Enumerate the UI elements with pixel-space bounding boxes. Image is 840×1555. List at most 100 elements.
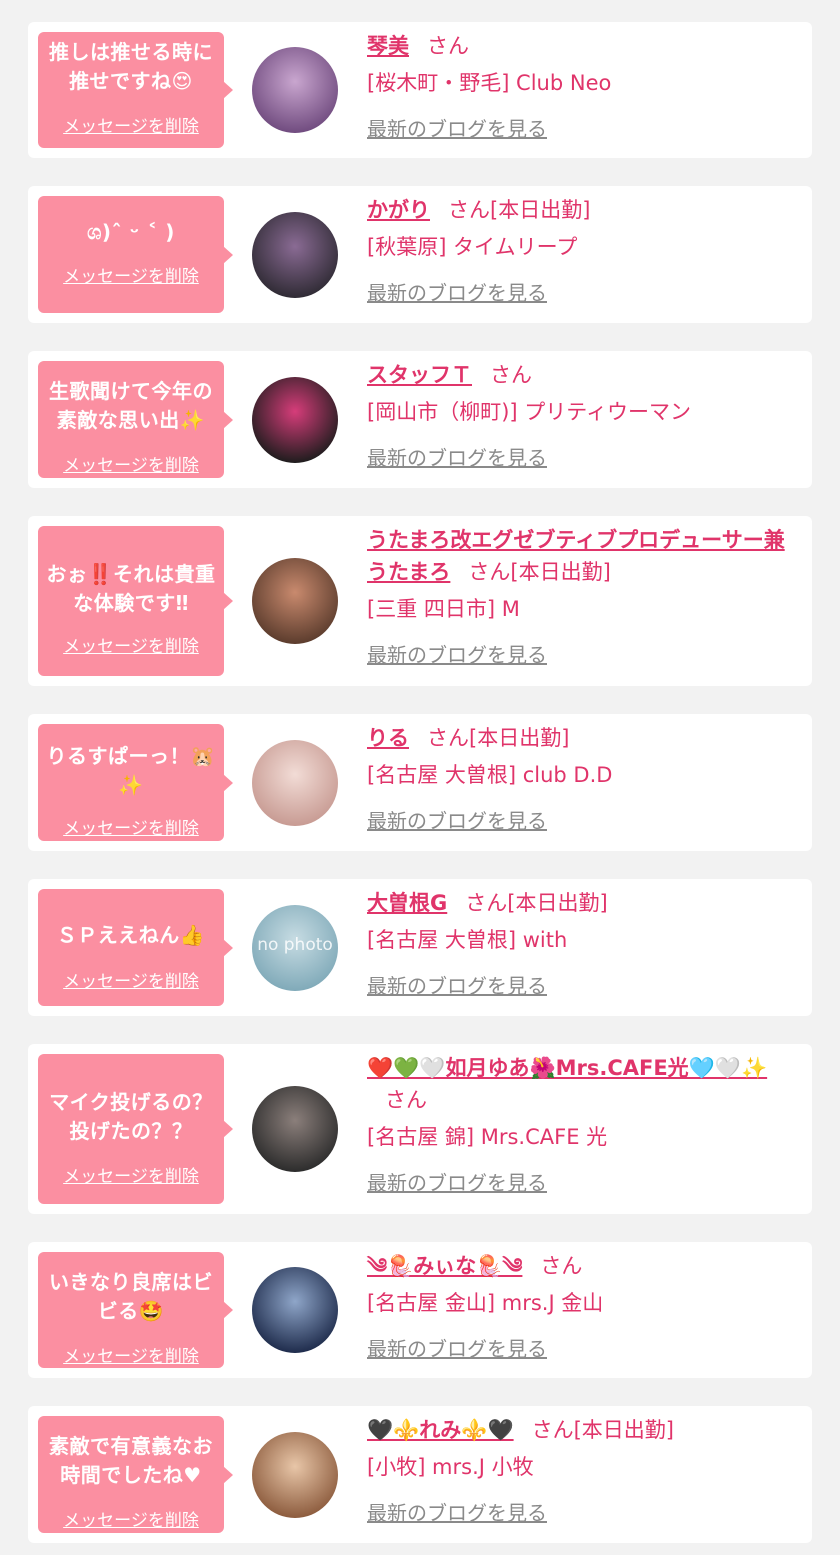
cast-name-link[interactable]: りる [367,726,409,750]
delete-message-link[interactable]: メッセージを削除 [38,814,224,839]
shop-location: [秋葉原] タイムリープ [367,235,578,259]
message-text: ＳＰええねん👍 [56,923,206,947]
message-text: りるすぱーっ！🐹 ✨ [46,744,216,797]
latest-blog-link[interactable]: 最新のブログを見る [367,1167,547,1196]
honorific-status: さん[本日出勤] [465,891,608,915]
shop-location: [桜木町・野毛] Club Neo [367,71,612,95]
cast-info: かがり さん[本日出勤] [秋葉原] タイムリープ最新のブログを見る [367,194,796,306]
avatar[interactable]: no photo [252,905,338,991]
message-card: おぉ‼️それは貴重 な体験です‼ メッセージを削除 うたまろ改エグゼブティブプロデュ… [28,516,812,686]
cast-name-line: 琴美 さん [367,30,796,62]
cast-name-line: ༄🪼みぃな🪼༄ さん [367,1250,796,1282]
delete-message-link[interactable]: メッセージを削除 [38,1342,224,1367]
cast-name-link[interactable]: かがり [367,198,430,222]
latest-blog-link[interactable]: 最新のブログを見る [367,442,547,471]
delete-message-link[interactable]: メッセージを削除 [38,112,224,137]
latest-blog-link[interactable]: 最新のブログを見る [367,1497,547,1526]
message-text: いきなり良席はビ ビる🤩 [49,1270,213,1323]
message-card: 推しは推せる時に 推せですね😍 メッセージを削除 琴美 さん [桜木町・野毛] Club… [28,22,812,158]
cast-name-line: 大曽根G さん[本日出勤] [367,887,796,919]
honorific-status: さん [385,1088,427,1112]
avatar[interactable] [252,740,338,826]
message-bubble: いきなり良席はビ ビる🤩 メッセージを削除 [38,1252,233,1368]
cast-info: 大曽根G さん[本日出勤] [名古屋 大曽根] with 最新のブログを見る [367,887,796,999]
cast-name-line: りる さん[本日出勤] [367,722,796,754]
message-card: ශ)ˆ ᵕ ˂ ) メッセージを削除 かがり さん[本日出勤] [秋葉原] タイムリープ… [28,186,812,323]
message-bubble: おぉ‼️それは貴重 な体験です‼ メッセージを削除 [38,526,233,676]
message-card: 生歌聞けて今年の 素敵な思い出✨ メッセージを削除 スタッフＴ さん [岡山市（柳町)]… [28,351,812,488]
message-bubble: ＳＰええねん👍 メッセージを削除 [38,889,233,1006]
avatar[interactable] [252,1086,338,1172]
message-bubble: 素敵で有意義なお 時間でしたね♥ メッセージを削除 [38,1416,233,1533]
delete-message-link[interactable]: メッセージを削除 [38,262,224,287]
message-text: ශ)ˆ ᵕ ˂ ) [87,220,175,244]
latest-blog-link[interactable]: 最新のブログを見る [367,639,547,668]
honorific-status: さん[本日出勤] [468,560,611,584]
avatar[interactable] [252,1267,338,1353]
message-bubble: ශ)ˆ ᵕ ˂ ) メッセージを削除 [38,196,233,313]
latest-blog-link[interactable]: 最新のブログを見る [367,805,547,834]
avatar[interactable] [252,47,338,133]
latest-blog-link[interactable]: 最新のブログを見る [367,277,547,306]
message-list: 推しは推せる時に 推せですね😍 メッセージを削除 琴美 さん [桜木町・野毛] Club… [0,0,840,1555]
latest-blog-link[interactable]: 最新のブログを見る [367,1333,547,1362]
honorific-status: さん [427,34,469,58]
cast-name-line: かがり さん[本日出勤] [367,194,796,226]
delete-message-link[interactable]: メッセージを削除 [38,967,224,992]
cast-name-line: スタッフＴ さん [367,359,796,391]
message-card: マイク投げるの？ 投げたの？？ メッセージを削除 ❤️💚🤍如月ゆあ🌺Mrs.CAFE… [28,1044,812,1214]
delete-message-link[interactable]: メッセージを削除 [38,1162,224,1187]
avatar-placeholder-text: no photo [257,935,333,955]
delete-message-link[interactable]: メッセージを削除 [38,1506,224,1531]
cast-name-link[interactable]: 大曽根G [367,891,447,915]
message-card: ＳＰええねん👍 メッセージを削除 no photo 大曽根G さん[本日出勤] [名古屋 … [28,879,812,1016]
message-card: りるすぱーっ！🐹 ✨ メッセージを削除 りる さん[本日出勤] [名古屋 大曽根] cl… [28,714,812,851]
cast-name-line: 🖤⚜️れみ⚜️🖤 さん[本日出勤] [367,1414,796,1446]
cast-info: スタッフＴ さん [岡山市（柳町)] プリティウーマン最新のブログを見る [367,359,796,471]
latest-blog-link[interactable]: 最新のブログを見る [367,970,547,999]
cast-name-link[interactable]: ༄🪼みぃな🪼༄ [367,1254,522,1278]
cast-name-link[interactable]: ❤️💚🤍如月ゆあ🌺Mrs.CAFE光🩵🤍✨ [367,1056,767,1080]
cast-info: 🖤⚜️れみ⚜️🖤 さん[本日出勤] [小牧] mrs.J 小牧最新のブログを見る [367,1414,796,1526]
cast-info: うたまろ改エグゼブティブプロデューサー兼うたまろ さん[本日出勤] [三重 四日市]… [367,524,796,668]
cast-name-line: ❤️💚🤍如月ゆあ🌺Mrs.CAFE光🩵🤍✨ さん [367,1052,796,1116]
message-bubble: マイク投げるの？ 投げたの？？ メッセージを削除 [38,1054,233,1204]
avatar[interactable] [252,558,338,644]
message-card: 素敵で有意義なお 時間でしたね♥ メッセージを削除 🖤⚜️れみ⚜️🖤 さん[本日出勤]… [28,1406,812,1543]
honorific-status: さん[本日出勤] [531,1418,674,1442]
shop-location: [名古屋 錦] Mrs.CAFE 光 [367,1125,608,1149]
cast-info: りる さん[本日出勤] [名古屋 大曽根] club D.D 最新のブログを見る [367,722,796,834]
shop-location: [名古屋 金山] mrs.J 金山 [367,1291,604,1315]
shop-location: [名古屋 大曽根] club D.D [367,763,613,787]
honorific-status: さん[本日出勤] [448,198,591,222]
honorific-status: さん[本日出勤] [427,726,570,750]
message-text: 推しは推せる時に 推せですね😍 [49,40,213,93]
shop-location: [名古屋 大曽根] with [367,928,568,952]
avatar[interactable] [252,377,338,463]
cast-name-line: うたまろ改エグゼブティブプロデューサー兼うたまろ さん[本日出勤] [367,524,796,588]
message-bubble: 生歌聞けて今年の 素敵な思い出✨ メッセージを削除 [38,361,233,478]
message-text: 生歌聞けて今年の 素敵な思い出✨ [49,379,213,432]
shop-location: [小牧] mrs.J 小牧 [367,1455,534,1479]
honorific-status: さん [490,363,532,387]
shop-location: [三重 四日市] M [367,597,520,621]
message-bubble: りるすぱーっ！🐹 ✨ メッセージを削除 [38,724,233,841]
avatar[interactable] [252,1432,338,1518]
message-text: おぉ‼️それは貴重 な体験です‼ [46,562,216,615]
cast-info: ❤️💚🤍如月ゆあ🌺Mrs.CAFE光🩵🤍✨ さん [名古屋 錦] Mrs.CAFE … [367,1052,796,1196]
shop-location: [岡山市（柳町)] プリティウーマン [367,400,691,424]
cast-info: ༄🪼みぃな🪼༄ さん [名古屋 金山] mrs.J 金山最新のブログを見る [367,1250,796,1362]
cast-info: 琴美 さん [桜木町・野毛] Club Neo 最新のブログを見る [367,30,796,142]
honorific-status: さん [540,1254,583,1278]
latest-blog-link[interactable]: 最新のブログを見る [367,113,547,142]
delete-message-link[interactable]: メッセージを削除 [38,632,224,657]
message-bubble: 推しは推せる時に 推せですね😍 メッセージを削除 [38,32,233,148]
delete-message-link[interactable]: メッセージを削除 [38,451,224,476]
message-text: 素敵で有意義なお 時間でしたね♥ [49,1434,213,1487]
cast-name-link[interactable]: スタッフＴ [367,363,472,387]
cast-name-link[interactable]: 琴美 [367,34,409,58]
message-text: マイク投げるの？ 投げたの？？ [49,1090,213,1143]
avatar[interactable] [252,212,338,298]
cast-name-link[interactable]: 🖤⚜️れみ⚜️🖤 [367,1418,514,1442]
message-card: いきなり良席はビ ビる🤩 メッセージを削除 ༄🪼みぃな🪼༄ さん [名古屋 金山] mr… [28,1242,812,1378]
